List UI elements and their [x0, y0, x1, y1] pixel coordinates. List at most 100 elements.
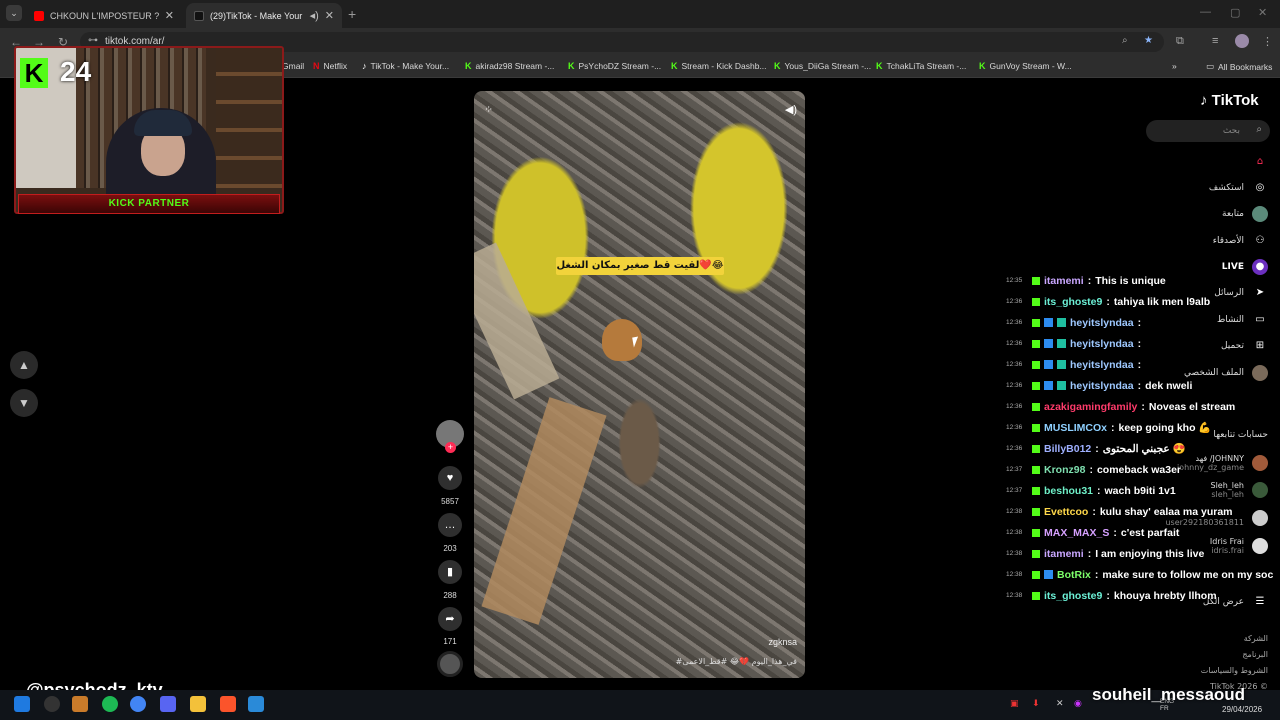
tray-app-icon[interactable]: ⬇: [1032, 698, 1040, 709]
bookmark-kick-dashboard[interactable]: K Stream - Kick Dashb...: [671, 61, 767, 71]
kick-badge-icon: [1032, 276, 1040, 285]
profile-avatar[interactable]: [1235, 34, 1249, 48]
netflix-icon: N: [313, 61, 320, 71]
tab-search-button[interactable]: ⌄: [6, 5, 22, 21]
footer-link[interactable]: الشروط والسياسات: [1201, 666, 1268, 675]
video-cardboard: [481, 397, 607, 625]
chat-username: Kronz98: [1044, 463, 1086, 476]
home-icon: ⌂: [1256, 156, 1264, 167]
nav-explore[interactable]: استكشف ◎: [1209, 180, 1268, 196]
tiktok-logo[interactable]: ♪ TikTok: [1200, 92, 1259, 109]
bookmarks-overflow-icon[interactable]: »: [1172, 61, 1177, 71]
tray-app-icon[interactable]: ◉: [1074, 698, 1082, 709]
follow-plus-icon[interactable]: +: [445, 442, 456, 453]
video-player[interactable]: لقيت قط صغير بمكان الشغل❤️😂 ⁘ ◀) zgknsa …: [474, 91, 805, 678]
previous-video-button[interactable]: ▲: [10, 351, 38, 379]
spotify-icon[interactable]: [102, 696, 118, 712]
maximize-icon[interactable]: ▢: [1230, 6, 1240, 19]
chat-username: heyitslyndaa: [1070, 316, 1134, 329]
more-options-icon[interactable]: ⁘: [484, 103, 493, 116]
app-icon[interactable]: [248, 696, 264, 712]
footer-link[interactable]: الشركة: [1244, 634, 1268, 643]
bookmark-gunvoy[interactable]: K GunVoy Stream - W...: [979, 61, 1072, 71]
kick-icon: K: [876, 61, 883, 71]
bookmark-psychodz[interactable]: K PsYchoDZ Stream -...: [568, 61, 661, 71]
nav-following[interactable]: متابعة: [1222, 206, 1268, 222]
app-icon[interactable]: [72, 696, 88, 712]
media-controls-icon[interactable]: ≡: [1212, 35, 1218, 47]
tab-youtube[interactable]: CHKOUN L'IMPOSTEUR ? #04 | ✕: [26, 3, 182, 28]
chat-username: azakigamingfamily: [1044, 400, 1138, 413]
all-bookmarks[interactable]: ▭ All Bookmarks: [1206, 61, 1272, 72]
kick-icon: K: [979, 61, 986, 71]
chat-timestamp: 12:35: [1006, 277, 1023, 284]
close-tab-icon[interactable]: ✕: [325, 9, 334, 22]
chat-message: 12:36 heyitslyndaa:: [1006, 312, 1280, 333]
menu-icon[interactable]: ⋮: [1262, 35, 1273, 48]
tray-app-icon[interactable]: ✕: [1056, 698, 1064, 709]
chat-username: BillyB012: [1044, 442, 1092, 455]
search-icon[interactable]: ⌕: [1256, 124, 1262, 135]
close-window-icon[interactable]: ✕: [1258, 6, 1267, 19]
bookmark-yous-diiga[interactable]: K Yous_DiiGa Stream -...: [774, 61, 871, 71]
bookmark-tiktok[interactable]: ♪ TikTok - Make Your...: [362, 61, 449, 71]
video-debris: [474, 242, 560, 400]
chat-message: 12:36 MUSLIMCOx: keep going kho 💪: [1006, 417, 1280, 438]
extensions-icon[interactable]: ⧉: [1176, 35, 1184, 48]
nav-friends[interactable]: الأصدقاء ⚇: [1213, 233, 1268, 249]
search-input[interactable]: بحث ⌕: [1146, 120, 1270, 142]
video-caption: لقيت قط صغير بمكان الشغل❤️😂: [556, 257, 724, 275]
taskbar-clock[interactable]: 29/04/2026: [1222, 692, 1262, 716]
kick-badge-icon: [1032, 507, 1040, 516]
like-button[interactable]: ♥: [438, 466, 462, 490]
chat-separator: :: [1089, 463, 1093, 476]
next-video-button[interactable]: ▼: [10, 389, 38, 417]
tab-title: CHKOUN L'IMPOSTEUR ? #04 |: [50, 10, 159, 21]
new-tab-button[interactable]: +: [348, 6, 356, 22]
chat-separator: :: [1137, 337, 1142, 350]
close-tab-icon[interactable]: ✕: [165, 9, 174, 22]
following-icon: [1252, 206, 1268, 222]
stream-chat-overlay: 12:35 itamemi: This is unique 12:36 its_ghos…: [1006, 270, 1280, 606]
save-count: 288: [443, 591, 457, 600]
chat-message: 12:36 azakigamingfamily: Noveas el stream: [1006, 396, 1280, 417]
chat-timestamp: 12:36: [1006, 403, 1023, 410]
bookmark-tchaklita[interactable]: K TchakLiTa Stream -...: [876, 61, 966, 71]
chat-message: 12:36 its_ghoste9: tahiya lik men l9alb: [1006, 291, 1280, 312]
bookmark-star-icon[interactable]: ★: [1144, 35, 1153, 46]
video-username[interactable]: zgknsa: [768, 637, 797, 647]
chat-separator: :: [1137, 379, 1142, 392]
brave-icon[interactable]: [220, 696, 236, 712]
chat-timestamp: 12:36: [1006, 424, 1023, 431]
webcam-cabinet: [216, 48, 282, 188]
explore-icon: ◎: [1255, 182, 1265, 193]
windows-start-icon[interactable]: [14, 696, 30, 712]
mute-icon[interactable]: ◀): [785, 103, 797, 116]
bookmark-netflix[interactable]: N Netflix: [313, 61, 347, 71]
folder-icon: ▭: [1206, 61, 1215, 71]
tray-app-icon[interactable]: ▣: [1010, 698, 1019, 709]
site-info-icon[interactable]: ⊶: [88, 35, 98, 46]
kick-badge-icon: [1032, 297, 1040, 306]
bookmark-akiradz98[interactable]: Kakiradz98 Stream -...: [465, 61, 554, 71]
nav-home[interactable]: ⌂: [1244, 154, 1268, 170]
discord-icon[interactable]: [160, 696, 176, 712]
footer-link[interactable]: البرنامج: [1242, 650, 1268, 659]
share-button[interactable]: ➦: [438, 607, 462, 631]
zoom-icon[interactable]: ⌕: [1122, 35, 1128, 46]
music-disc-icon[interactable]: [437, 651, 463, 677]
minimize-icon[interactable]: —: [1200, 6, 1211, 18]
video-description: #في_هذا_اليوم 💔😂 #قط_الاعمى: [675, 657, 797, 666]
speaker-icon[interactable]: ◂): [310, 9, 319, 22]
webcam-overlay: [14, 46, 284, 214]
tab-tiktok[interactable]: (29)TikTok - Make Your Day ◂) ✕: [186, 3, 342, 28]
chat-username: itamemi: [1044, 274, 1084, 287]
folder-icon[interactable]: [190, 696, 206, 712]
bookmark-gmail[interactable]: Gmail: [282, 61, 304, 71]
search-icon[interactable]: [44, 696, 60, 712]
kick-badge-icon: [1032, 339, 1040, 348]
chrome-icon[interactable]: [130, 696, 146, 712]
save-button[interactable]: ▮: [438, 560, 462, 584]
comment-button[interactable]: …: [438, 513, 462, 537]
chat-badge-icon: [1044, 381, 1053, 390]
